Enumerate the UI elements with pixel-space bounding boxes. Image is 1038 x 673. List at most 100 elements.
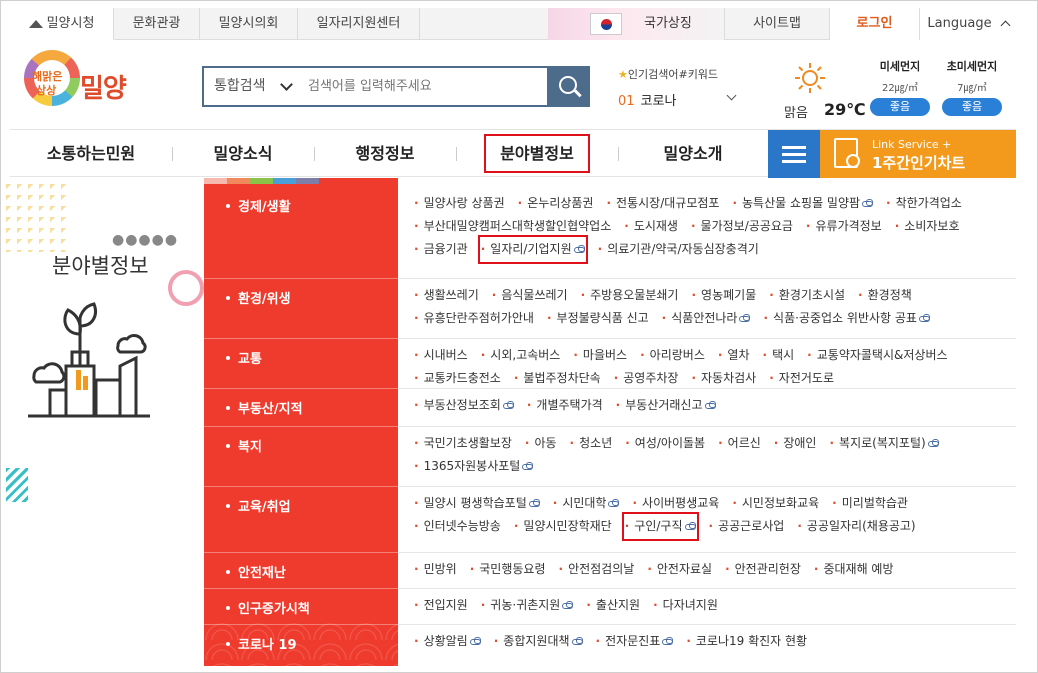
menu-link[interactable]: 환경정책 (858, 284, 912, 307)
menu-link[interactable]: 교통약자콜택시&저상버스 (807, 344, 948, 367)
category-item[interactable]: 환경/위생 (204, 288, 398, 307)
menu-link[interactable]: 농특산물 쇼핑몰 밀양팜 (732, 192, 874, 215)
menu-link[interactable]: 인터넷수능방송 (414, 515, 501, 538)
menu-link[interactable]: 중대재해 예방 (814, 558, 893, 581)
menu-link[interactable]: 시민대학 (553, 492, 620, 515)
menu-link[interactable]: 교통카드충전소 (414, 367, 501, 390)
category-item[interactable]: 경제/생활 (204, 196, 398, 215)
menu-link[interactable]: 안전자료실 (647, 558, 712, 581)
menu-link[interactable]: 어르신 (718, 432, 761, 455)
search-scope-select[interactable]: 통합검색 (214, 68, 266, 105)
link-service-banner[interactable]: Link Service + 1주간인기차트 (820, 130, 1016, 178)
menu-link[interactable]: 소비자보호 (895, 215, 959, 238)
chevron-down-icon[interactable] (280, 78, 293, 91)
menu-link[interactable]: 금융기관 (414, 238, 468, 261)
nav-field-info[interactable]: 분야별정보 (456, 130, 618, 178)
nav-admin-info[interactable]: 행정정보 (314, 130, 456, 178)
menu-link[interactable]: 시민정보화교육 (732, 492, 819, 515)
menu-link[interactable]: 아리랑버스 (640, 344, 705, 367)
sitemap-link[interactable]: 사이트맵 (724, 8, 830, 40)
menu-link[interactable]: 국민기초생활보장 (414, 432, 512, 455)
menu-link[interactable]: 밀양시 평생학습포털 (414, 492, 540, 515)
menu-link[interactable]: 물가정보/공공요금 (691, 215, 793, 238)
menu-link[interactable]: 장애인 (774, 432, 816, 455)
menu-link[interactable]: 출산지원 (586, 594, 640, 617)
menu-link[interactable]: 시외,고속버스 (481, 344, 560, 367)
menu-link[interactable]: 일자리/기업지원 (477, 235, 588, 264)
menu-link[interactable]: 코로나19 확진자 현황 (686, 630, 807, 653)
search-button[interactable] (547, 66, 590, 107)
menu-link[interactable]: 전자문진표 (596, 630, 674, 653)
menu-link[interactable]: 도시재생 (624, 215, 678, 238)
menu-link[interactable]: 부동산거래신고 (616, 394, 716, 417)
category-item[interactable]: 교통 (204, 348, 398, 367)
menu-button[interactable] (768, 130, 820, 178)
menu-link[interactable]: 공공일자리(채용공고) (797, 515, 916, 538)
menu-link[interactable]: 택시 (763, 344, 794, 367)
menu-link[interactable]: 부산대밀양캠퍼스대학생할인협약업소 (414, 215, 612, 238)
category-item[interactable]: 안전재난 (204, 562, 398, 581)
menu-link[interactable]: 밀양사랑 상품권 (414, 192, 505, 215)
category-item[interactable]: 인구증가시책 (204, 598, 398, 617)
menu-link[interactable]: 식품안전나라 (662, 307, 751, 330)
national-symbol-link[interactable]: 국가상징 (548, 8, 724, 40)
menu-link[interactable]: 부동산정보조회 (414, 394, 514, 417)
menu-link[interactable]: 상황알림 (414, 630, 481, 653)
menu-link[interactable]: 불법주정차단속 (514, 367, 600, 390)
menu-link[interactable]: 마을버스 (573, 344, 627, 367)
popular-keywords[interactable]: ★인기검색어#키워드 01 코로나 (618, 66, 748, 109)
site-logo[interactable]: 해맑은 상상 밀양 (24, 50, 136, 114)
menu-link[interactable]: 미리벌학습관 (832, 492, 908, 515)
category-item[interactable]: 코로나 19 (204, 634, 398, 653)
menu-link[interactable]: 식품·공중업소 위반사항 공표 (763, 307, 930, 330)
menu-link[interactable]: 공영주차장 (614, 367, 678, 390)
menu-link[interactable]: 복지로(복지포털) (829, 432, 939, 455)
menu-link[interactable]: 부정불량식품 신고 (547, 307, 649, 330)
menu-link[interactable]: 아동 (525, 432, 556, 455)
menu-link[interactable]: 자전거도로 (769, 367, 834, 390)
language-select[interactable]: Language (920, 8, 1016, 40)
category-item[interactable]: 교육/취업 (204, 496, 398, 515)
menu-link[interactable]: 안전관리헌장 (725, 558, 801, 581)
menu-link[interactable]: 유흥단란주점허가안내 (414, 307, 534, 330)
menu-link[interactable]: 구인/구직 (621, 512, 699, 541)
category-item[interactable]: 부동산/지적 (204, 398, 398, 417)
menu-link[interactable]: 영농폐기물 (691, 284, 756, 307)
util-tab-cityhall[interactable]: 밀양시청 (10, 8, 114, 40)
nav-news[interactable]: 밀양소식 (172, 130, 314, 178)
menu-link[interactable]: 시내버스 (414, 344, 468, 367)
menu-link[interactable]: 여성/아이돌봄 (625, 432, 705, 455)
menu-link[interactable]: 온누리상품권 (518, 192, 593, 215)
menu-link[interactable]: 밀양시민장학재단 (514, 515, 611, 538)
menu-link[interactable]: 민방위 (414, 558, 457, 581)
menu-link[interactable]: 다자녀지원 (653, 594, 718, 617)
util-tab-council[interactable]: 밀양시의회 (200, 8, 298, 40)
menu-link[interactable]: 음식물쓰레기 (492, 284, 567, 307)
menu-link[interactable]: 전통시장/대규모점포 (606, 192, 719, 215)
menu-link[interactable]: 자동차검사 (691, 367, 756, 390)
menu-link[interactable]: 생활쓰레기 (414, 284, 479, 307)
nav-civil-service[interactable]: 소통하는민원 (10, 130, 172, 178)
search-input[interactable] (308, 74, 536, 99)
util-tab-culture[interactable]: 문화관광 (114, 8, 200, 40)
util-tab-jobcenter[interactable]: 일자리지원센터 (298, 8, 420, 40)
menu-link[interactable]: 사이버평생교육 (632, 492, 719, 515)
menu-link[interactable]: 환경기초시설 (769, 284, 845, 307)
category-item[interactable]: 복지 (204, 436, 398, 455)
menu-link[interactable]: 안전점검의날 (559, 558, 634, 581)
menu-link[interactable]: 전입지원 (414, 594, 468, 617)
nav-about[interactable]: 밀양소개 (618, 130, 768, 178)
menu-link[interactable]: 의료기관/약국/자동심장충격기 (598, 238, 759, 261)
menu-link[interactable]: 공공근로사업 (709, 515, 784, 538)
menu-link[interactable]: 열차 (718, 344, 749, 367)
menu-link[interactable]: 착한가격업소 (886, 192, 962, 215)
menu-link[interactable]: 귀농·귀촌지원 (481, 594, 574, 617)
menu-link[interactable]: 종합지원대책 (494, 630, 583, 653)
menu-link[interactable]: 유류가격정보 (806, 215, 881, 238)
menu-link[interactable]: 청소년 (570, 432, 612, 455)
menu-link[interactable]: 국민행동요령 (470, 558, 545, 581)
menu-link[interactable]: 개별주택가격 (527, 394, 602, 417)
login-link[interactable]: 로그인 (830, 8, 920, 40)
menu-link[interactable]: 1365자원봉사포털 (414, 455, 534, 478)
menu-link[interactable]: 주방용오물분쇄기 (581, 284, 678, 307)
